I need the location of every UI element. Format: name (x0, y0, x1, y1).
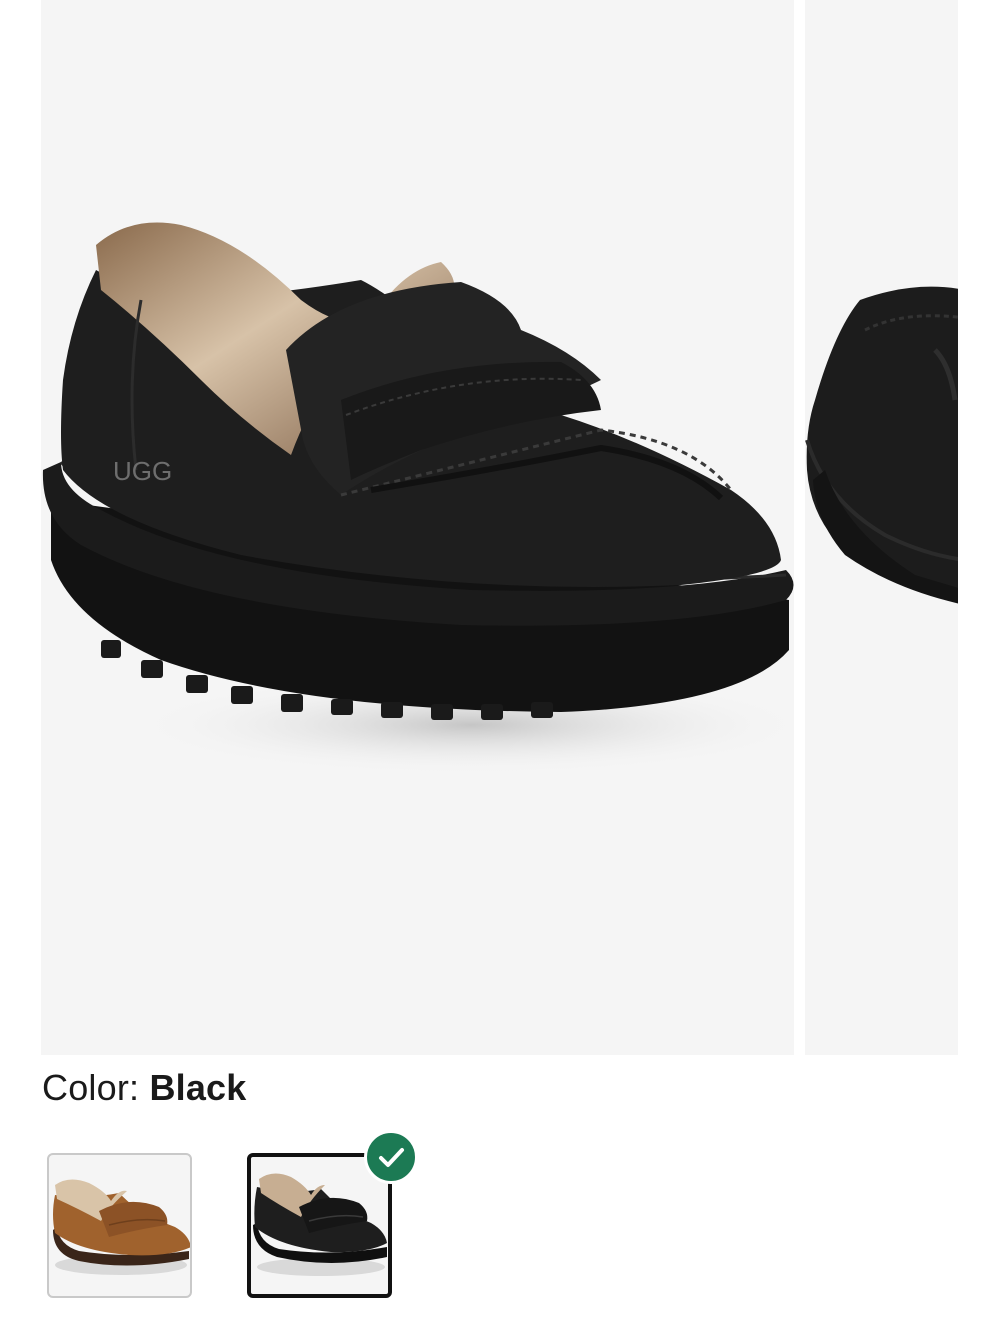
color-label-text: Color: (42, 1067, 140, 1108)
chestnut-loafer-thumbnail (53, 1179, 190, 1275)
selected-color-check-badge (364, 1130, 418, 1184)
product-image-next[interactable] (805, 0, 958, 1055)
color-selector-label: Color: Black (42, 1066, 247, 1110)
black-loafer-illustration: UGG (42, 222, 794, 775)
product-image-main[interactable]: UGG (41, 0, 794, 1055)
selected-color-name: Black (149, 1067, 247, 1108)
checkmark-icon (379, 1148, 404, 1167)
color-swatch-chestnut[interactable] (47, 1153, 192, 1298)
black-loafer-alt-view-illustration (805, 286, 958, 604)
product-image-gallery[interactable]: UGG (0, 0, 1000, 1055)
ugg-logo: UGG (113, 456, 172, 486)
